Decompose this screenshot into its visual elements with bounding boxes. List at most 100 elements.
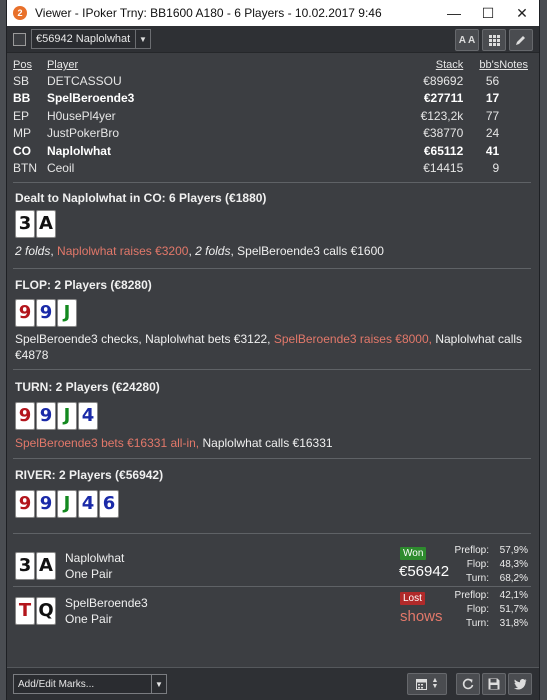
- player-cell: Ceoil: [46, 161, 75, 176]
- save-icon: [488, 678, 500, 690]
- refresh-icon: [462, 678, 474, 690]
- table-row[interactable]: SB DETCASSOU €89692 56: [13, 72, 528, 90]
- notes-cell[interactable]: [499, 90, 528, 108]
- grid-icon: [488, 34, 500, 46]
- pos-cell: SB: [13, 73, 30, 88]
- river-title: RIVER: 2 Players (€56942): [15, 468, 164, 482]
- save-button[interactable]: [482, 673, 506, 695]
- chevron-down-icon[interactable]: ▼: [151, 675, 166, 693]
- action-text: SpelBeroende3 raises €8000,: [273, 332, 432, 346]
- date-picker-button[interactable]: ▲ ▼: [407, 673, 447, 695]
- marks-selector[interactable]: Add/Edit Marks... ▼: [13, 674, 167, 694]
- bbs-cell: 9: [492, 161, 500, 176]
- table-row[interactable]: BB SpelBeroende3 €27711 17: [13, 90, 528, 108]
- equity-value: 51,7%: [499, 604, 528, 615]
- bbs-cell: 17: [485, 91, 500, 106]
- players-header-row: Pos Player Stack bb's Notes: [13, 58, 528, 72]
- turn-actions: SpelBeroende3 bets €16331 all-in, Naplol…: [15, 435, 529, 451]
- playing-card: 9: [36, 299, 56, 327]
- header-stack[interactable]: Stack: [346, 58, 464, 72]
- table-row[interactable]: BTN Ceoil €14415 9: [13, 160, 528, 178]
- player-cell: H0usePl4yer: [46, 108, 116, 123]
- player-cell: DETCASSOU: [46, 73, 122, 88]
- table-row[interactable]: EP H0usePl4yer €123,2k 77: [13, 107, 528, 125]
- stack-cell: €123,2k: [420, 108, 464, 123]
- flop-cards: 9 9 J: [15, 299, 77, 327]
- header-player[interactable]: Player: [47, 58, 346, 72]
- playing-card: 4: [78, 490, 98, 518]
- pos-cell: MP: [13, 126, 31, 141]
- equity-label: Turn:: [466, 573, 489, 584]
- action-text: 2 folds: [195, 244, 231, 258]
- playing-card: 9: [36, 402, 56, 430]
- action-text: Naplolwhat raises €3200: [57, 244, 189, 258]
- playing-card: 9: [15, 490, 35, 518]
- pos-cell: EP: [13, 108, 30, 123]
- playing-card: 9: [15, 299, 35, 327]
- stack-cell: €27711: [423, 91, 464, 106]
- stack-cell: €65112: [423, 143, 464, 158]
- divider: [13, 268, 531, 269]
- result-hand: One Pair: [65, 567, 113, 581]
- result-amount: shows: [400, 608, 443, 625]
- pos-cell: BTN: [13, 161, 37, 176]
- flop-actions: SpelBeroende3 checks, Naplolwhat bets €3…: [15, 331, 529, 363]
- table-row[interactable]: MP JustPokerBro €38770 24: [13, 125, 528, 143]
- close-icon[interactable]: ✕: [505, 0, 539, 26]
- lost-badge: Lost: [400, 592, 425, 605]
- result-hand: One Pair: [65, 612, 113, 626]
- updown-icon[interactable]: ▲ ▼: [432, 677, 439, 690]
- stack-cell: €38770: [423, 126, 464, 141]
- font-size-label: A A: [458, 34, 476, 46]
- notes-cell[interactable]: [499, 125, 528, 143]
- refresh-button[interactable]: [456, 673, 480, 695]
- marks-selector-value: Add/Edit Marks...: [18, 678, 95, 690]
- divider: [13, 458, 531, 459]
- action-text: SpelBeroende3 calls €1600: [237, 244, 384, 258]
- playing-card: 6: [99, 490, 119, 518]
- notes-cell[interactable]: [499, 142, 528, 160]
- app-logo-icon: 2: [13, 6, 27, 20]
- flop-title: FLOP: 2 Players (€8280): [15, 278, 152, 292]
- notes-cell[interactable]: [499, 72, 528, 90]
- edit-button[interactable]: [509, 29, 533, 51]
- playing-card: J: [57, 490, 77, 518]
- twitter-button[interactable]: [508, 673, 532, 695]
- font-size-button[interactable]: A A: [455, 29, 479, 51]
- grid-button[interactable]: [482, 29, 506, 51]
- preflop-title: Dealt to Naplolwhat in CO: 6 Players (€1…: [15, 191, 267, 205]
- maximize-icon[interactable]: ☐: [471, 0, 505, 26]
- header-pos[interactable]: Pos: [13, 58, 47, 72]
- showdown-cards: T Q: [15, 597, 56, 625]
- header-notes[interactable]: Notes: [499, 58, 528, 72]
- hand-selector-value: €56942 Naplolwhat: [36, 33, 131, 45]
- bbs-cell: 77: [485, 108, 500, 123]
- select-hand-checkbox[interactable]: [13, 32, 26, 46]
- hand-selector[interactable]: €56942 Naplolwhat ▼: [31, 29, 151, 49]
- hole-cards: 3 A: [15, 210, 56, 238]
- result-player: SpelBeroende3: [65, 596, 148, 610]
- river-cards: 9 9 J 4 6: [15, 490, 119, 518]
- playing-card: 3: [15, 552, 35, 580]
- minimize-icon[interactable]: —: [437, 0, 471, 26]
- notes-cell[interactable]: [499, 107, 528, 125]
- equity-value: 42,1%: [499, 590, 528, 601]
- turn-cards: 9 9 J 4: [15, 402, 98, 430]
- result-amount: €56942: [399, 563, 450, 580]
- players-table: Pos Player Stack bb's Notes SB DETCASSOU…: [13, 58, 528, 177]
- chevron-down-icon[interactable]: ▼: [135, 30, 150, 48]
- toolbar: €56942 Naplolwhat ▼ A A: [7, 26, 539, 53]
- equity-label: Flop:: [466, 559, 489, 570]
- viewer-window: 2 Viewer - IPoker Trny: BB1600 A180 - 6 …: [7, 0, 539, 700]
- action-text: SpelBeroende3 bets €16331 all-in,: [15, 436, 200, 450]
- action-text: Naplolwhat calls €16331: [202, 436, 333, 450]
- equity-value: 48,3%: [499, 559, 528, 570]
- result-player: Naplolwhat: [65, 551, 125, 565]
- table-row[interactable]: CO Naplolwhat €65112 41: [13, 142, 528, 160]
- playing-card: Q: [36, 597, 56, 625]
- equity-label: Turn:: [466, 618, 489, 629]
- notes-cell[interactable]: [499, 160, 528, 178]
- showdown-cards: 3 A: [15, 552, 56, 580]
- equity-label: Flop:: [466, 604, 489, 615]
- header-bbs[interactable]: bb's: [463, 58, 499, 72]
